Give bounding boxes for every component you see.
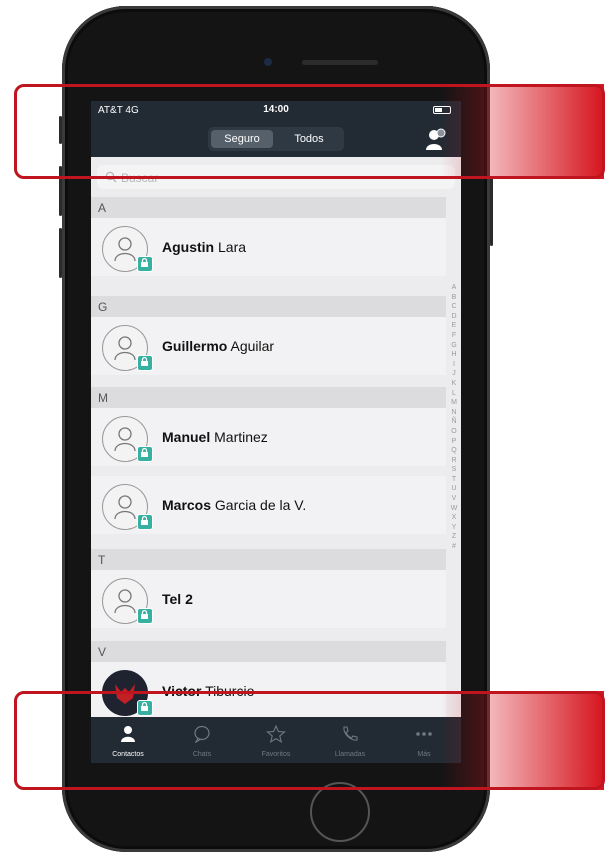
- power-button: [490, 176, 493, 246]
- alphabet-index[interactable]: A B C D E F G H I J K L M N Ñ O P Q R S T U V W X Y Z #: [449, 283, 459, 552]
- home-button[interactable]: [310, 782, 370, 842]
- contact-row[interactable]: Marcos Garcia de la V.: [91, 476, 446, 534]
- index-letter[interactable]: E: [449, 321, 459, 331]
- section-header-g: G: [91, 296, 446, 317]
- index-letter[interactable]: D: [449, 312, 459, 322]
- index-letter[interactable]: F: [449, 331, 459, 341]
- index-letter[interactable]: Z: [449, 532, 459, 542]
- section-header-v: V: [91, 641, 446, 662]
- section-header-a: A: [91, 197, 446, 218]
- index-letter[interactable]: A: [449, 283, 459, 293]
- index-letter[interactable]: O: [449, 427, 459, 437]
- index-letter[interactable]: W: [449, 504, 459, 514]
- index-letter[interactable]: T: [449, 475, 459, 485]
- index-letter[interactable]: N: [449, 408, 459, 418]
- secure-lock-icon: [137, 446, 153, 462]
- section-header-m: M: [91, 387, 446, 408]
- index-letter[interactable]: B: [449, 293, 459, 303]
- index-letter[interactable]: X: [449, 513, 459, 523]
- index-letter[interactable]: C: [449, 302, 459, 312]
- secure-lock-icon: [137, 355, 153, 371]
- contact-name: Marcos Garcia de la V.: [162, 497, 307, 513]
- index-letter[interactable]: Q: [449, 446, 459, 456]
- secure-lock-icon: [137, 514, 153, 530]
- highlight-box-top: [14, 84, 605, 179]
- contact-name: Guillermo Aguilar: [162, 338, 275, 354]
- section-header-t: T: [91, 549, 446, 570]
- index-letter[interactable]: H: [449, 350, 459, 360]
- secure-lock-icon: [137, 608, 153, 624]
- contact-row[interactable]: Tel 2: [91, 570, 446, 628]
- index-letter[interactable]: Y: [449, 523, 459, 533]
- front-camera: [264, 58, 272, 66]
- index-letter[interactable]: #: [449, 542, 459, 552]
- index-letter[interactable]: J: [449, 369, 459, 379]
- index-letter[interactable]: P: [449, 437, 459, 447]
- contact-name: Manuel Martinez: [162, 429, 268, 445]
- contact-row[interactable]: Manuel Martinez: [91, 408, 446, 466]
- index-letter[interactable]: R: [449, 456, 459, 466]
- index-letter[interactable]: M: [449, 398, 459, 408]
- index-letter[interactable]: V: [449, 494, 459, 504]
- index-letter[interactable]: I: [449, 360, 459, 370]
- index-letter[interactable]: Ñ: [449, 417, 459, 427]
- highlight-box-bottom: [14, 691, 605, 790]
- index-letter[interactable]: U: [449, 484, 459, 494]
- index-letter[interactable]: S: [449, 465, 459, 475]
- index-letter[interactable]: L: [449, 389, 459, 399]
- contact-name: Agustin Lara: [162, 239, 247, 255]
- volume-down-button: [59, 228, 62, 278]
- contact-row[interactable]: Guillermo Aguilar: [91, 317, 446, 375]
- index-letter[interactable]: G: [449, 341, 459, 351]
- contact-row[interactable]: Agustin Lara: [91, 218, 446, 276]
- index-letter[interactable]: K: [449, 379, 459, 389]
- secure-lock-icon: [137, 256, 153, 272]
- contact-name: Tel 2: [162, 591, 193, 607]
- app-screen: AT&T 4G 14:00 Seguro Todos Buscar A Agus…: [91, 101, 461, 763]
- earpiece-speaker: [302, 60, 378, 65]
